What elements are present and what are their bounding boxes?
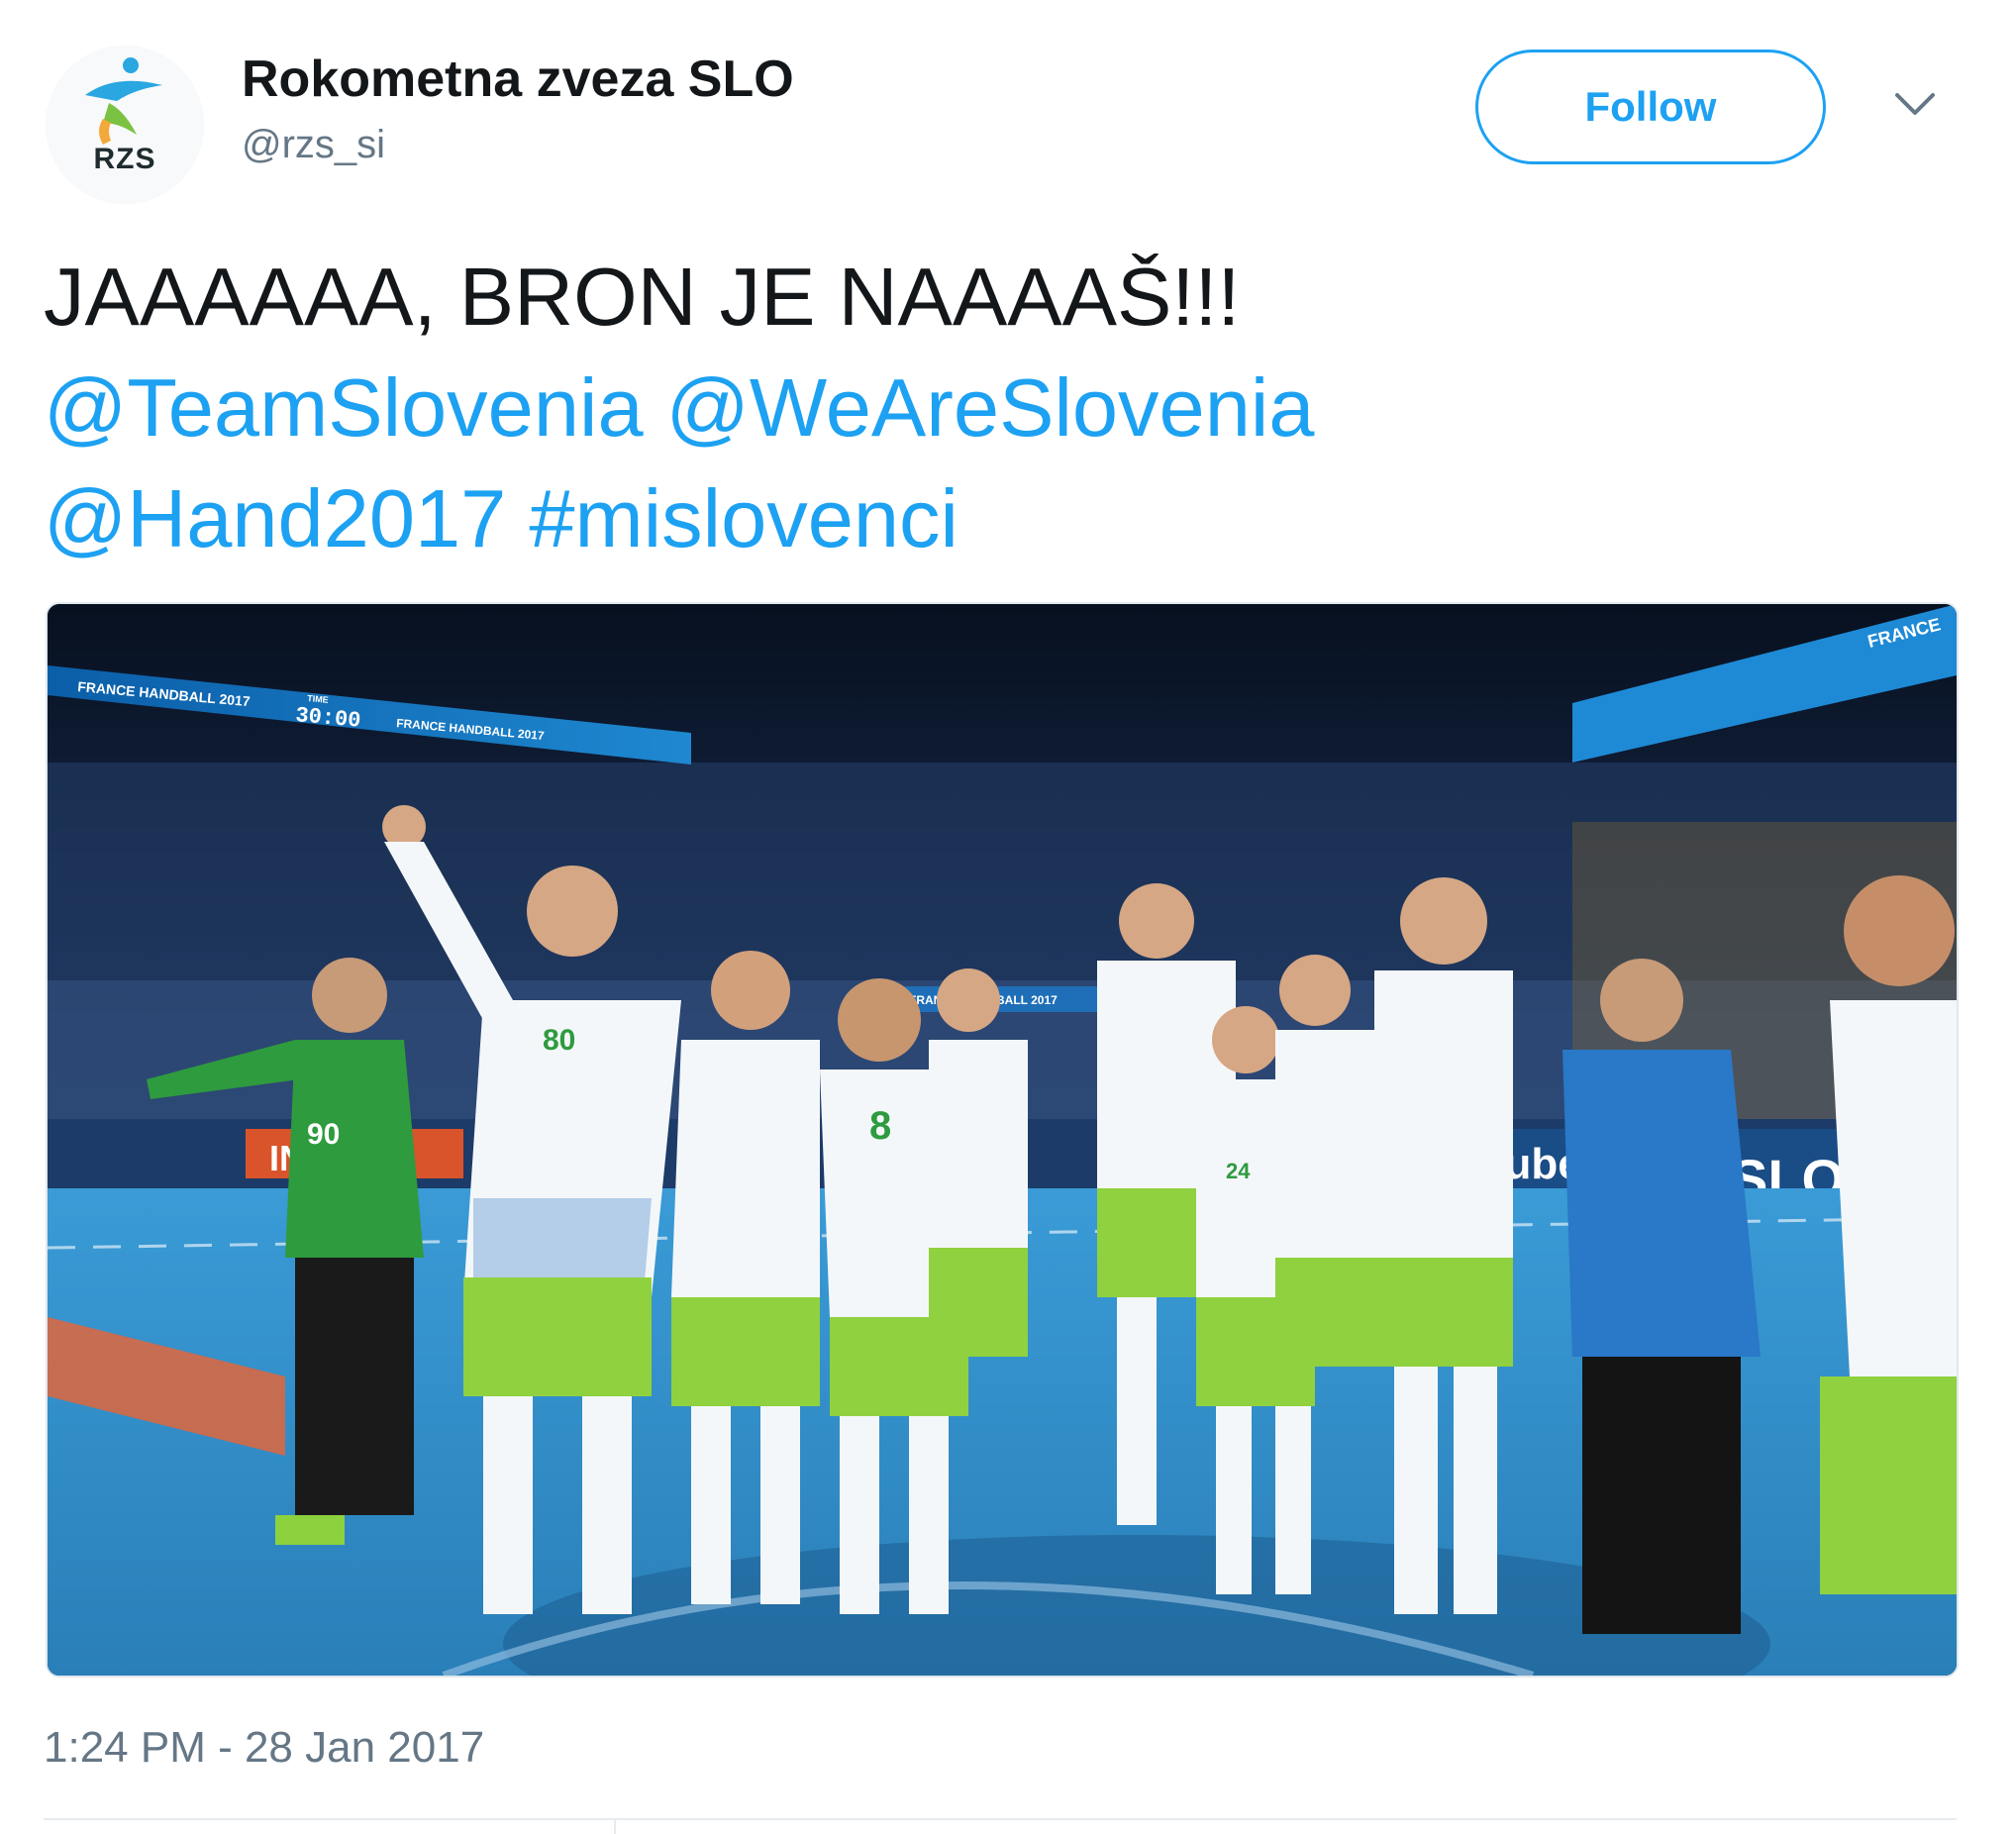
divider [614,1820,616,1834]
team-celebration-photo: FRANCE HANDBALL 2017 TIME 30:00 FRANCE H… [48,604,1957,1676]
tweet-timestamp[interactable]: 1:24 PM - 28 Jan 2017 [44,1723,484,1773]
avatar[interactable]: RZS [46,46,204,204]
chevron-down-icon[interactable] [1891,85,1939,125]
mention-we-are-slovenia[interactable]: @WeAreSlovenia [666,361,1315,454]
jersey-number: 8 [869,1104,891,1148]
jersey-number: 24 [1226,1159,1251,1183]
rzs-handball-logo [46,46,204,204]
mention-hand2017[interactable]: @Hand2017 [44,472,506,564]
tweet-card: RZS Rokometna zveza SLO @rzs_si Follow J… [0,0,2016,1834]
mention-team-slovenia[interactable]: @TeamSlovenia [44,361,644,454]
tweet-mentions-line: @TeamSlovenia @WeAreSlovenia [44,353,1974,463]
coach [1562,959,1761,1634]
divider [44,1818,1957,1820]
jersey-number: 90 [307,1118,340,1151]
avatar-label: RZS [93,143,156,175]
tweet-text-line: JAAAAAA, BRON JE NAAAAŠ!!! [44,251,1241,343]
tweet-text: JAAAAAA, BRON JE NAAAAŠ!!! @TeamSlovenia… [44,242,1974,574]
tweet-photo[interactable]: FRANCE HANDBALL 2017 TIME 30:00 FRANCE H… [46,602,1959,1678]
scoreboard-time-label: TIME [307,693,329,705]
user-handle[interactable]: @rzs_si [242,123,385,167]
user-name[interactable]: Rokometna zveza SLO [242,50,794,109]
hashtag-mislovenci[interactable]: #mislovenci [529,472,958,564]
follow-button[interactable]: Follow [1475,50,1826,164]
tweet-mentions-line: @Hand2017 #mislovenci [44,463,1974,574]
jersey-number: 80 [543,1024,575,1057]
